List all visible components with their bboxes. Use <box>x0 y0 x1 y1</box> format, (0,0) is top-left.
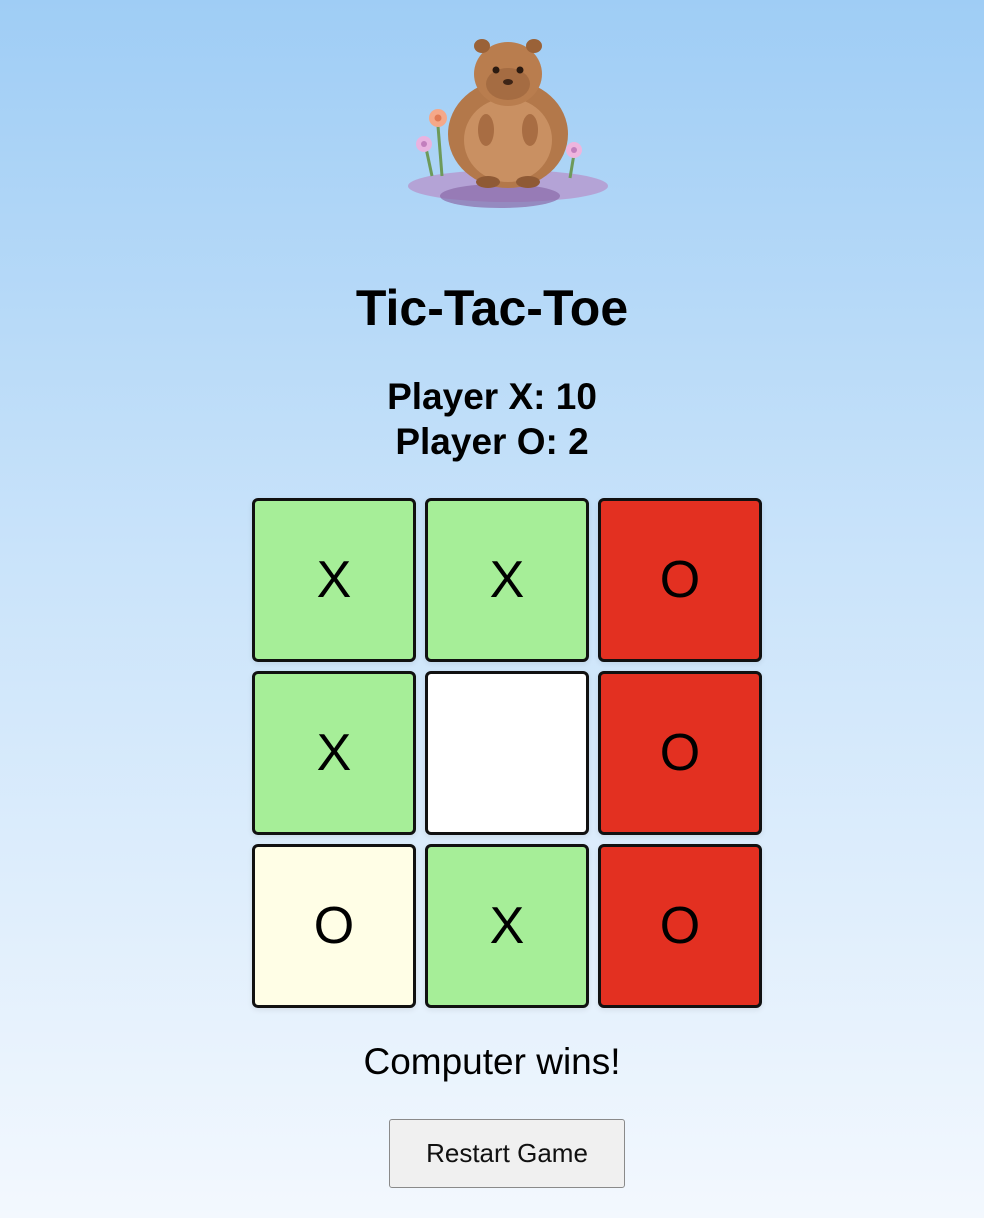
board-cell-1[interactable]: X <box>252 498 416 662</box>
game-status-message: Computer wins! <box>363 1041 621 1082</box>
game-board: X X O X O O X O <box>252 498 762 1008</box>
scoreboard: Player X: 10 Player O: 2 <box>0 374 984 464</box>
board-cell-2[interactable]: X <box>425 498 589 662</box>
board-cell-9[interactable]: O <box>598 844 762 1008</box>
player-o-score: Player O: 2 <box>395 421 589 462</box>
board-cell-5[interactable] <box>425 671 589 835</box>
capybara-illustration <box>408 39 608 208</box>
board-cell-7[interactable]: O <box>252 844 416 1008</box>
page-title: Tic-Tac-Toe <box>355 280 629 336</box>
board-cell-6[interactable]: O <box>598 671 762 835</box>
board-cell-4[interactable]: X <box>252 671 416 835</box>
player-x-score: Player X: 10 <box>387 376 597 417</box>
board-cell-8[interactable]: X <box>425 844 589 1008</box>
restart-game-button[interactable]: Restart Game <box>389 1119 625 1188</box>
board-cell-3[interactable]: O <box>598 498 762 662</box>
capybara-mascot-icon <box>404 26 614 216</box>
